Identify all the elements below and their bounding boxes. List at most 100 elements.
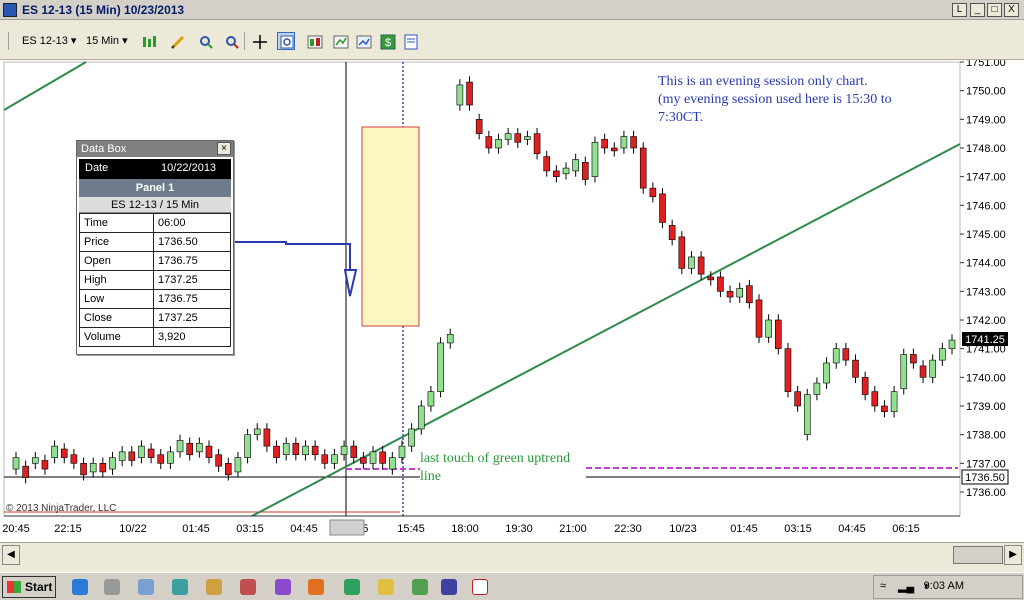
y-tick-label: 1746.00 [966, 200, 1006, 212]
firefox-icon[interactable] [308, 579, 324, 595]
title-bar: ES 12-13 (15 Min) 10/23/2013 L _ □ X [0, 0, 1024, 20]
session-note: This is an evening session only chart. (… [658, 73, 892, 127]
network-icon[interactable] [172, 579, 188, 595]
clock[interactable]: 9:03 AM [924, 580, 964, 592]
table-row: Open 1736.75 [79, 251, 231, 271]
settings-icon[interactable] [104, 579, 120, 595]
candle-body [292, 442, 300, 456]
x-tick-label: 01:45 [730, 523, 758, 535]
zoom-in-icon[interactable] [196, 32, 214, 50]
media-icon[interactable] [240, 579, 256, 595]
candle-body [466, 81, 473, 106]
candle-body [205, 445, 213, 458]
scroll-right-button[interactable]: ▶ [1004, 545, 1022, 565]
windows-icon[interactable] [412, 579, 428, 595]
row-key: Open [79, 251, 154, 271]
row-value: 06:00 [153, 213, 231, 233]
indicators-icon[interactable] [331, 32, 349, 50]
data-box-close-button[interactable]: × [217, 142, 231, 155]
candle-body [630, 136, 637, 149]
drawing-pencil-icon[interactable] [168, 32, 186, 50]
signal-icon[interactable]: ▂▄ [898, 580, 914, 593]
scroll-thumb[interactable] [953, 546, 1003, 564]
paint-icon[interactable] [275, 579, 291, 595]
folder-icon[interactable] [206, 579, 222, 595]
interval-selector[interactable]: 15 Min ▾ [86, 32, 128, 50]
ninjatrader-icon[interactable] [472, 579, 488, 595]
candle-body [41, 460, 49, 470]
minimize-button[interactable]: _ [970, 3, 985, 17]
properties-icon[interactable] [401, 32, 419, 50]
x-tick-label: 06:15 [892, 523, 920, 535]
tray-expand-icon[interactable]: ≈ [880, 580, 886, 592]
instrument-selector[interactable]: ES 12-13 ▾ [22, 32, 76, 50]
candle-body [823, 362, 830, 384]
candle-body [736, 288, 744, 298]
svg-text:$: $ [385, 37, 391, 49]
candle-body [485, 136, 493, 149]
candle-body [389, 457, 396, 470]
candle-body [196, 442, 203, 453]
browser-icon[interactable] [72, 579, 88, 595]
strategies-icon[interactable] [305, 32, 323, 50]
candle-body [186, 442, 193, 456]
x-tick-label: 03:15 [236, 523, 264, 535]
candle-body [360, 457, 367, 464]
toolbar-separator [8, 32, 9, 50]
data-box-icon[interactable] [277, 32, 295, 50]
candle-body [215, 454, 222, 467]
start-button[interactable]: Start [2, 576, 56, 598]
candle-body [369, 451, 377, 464]
x-tick-label: 10/23 [669, 523, 697, 535]
app-launcher-icon[interactable] [441, 579, 457, 595]
candle-body [697, 256, 705, 275]
dollar-icon[interactable]: $ [378, 32, 396, 50]
y-tick-label: 1742.00 [966, 315, 1006, 327]
bar-type-icon[interactable] [140, 32, 158, 50]
instrument-label: ES 12-13 [22, 35, 68, 47]
explorer-icon[interactable] [378, 579, 394, 595]
candle-body [302, 445, 309, 456]
candle-body [803, 394, 811, 435]
candle-body [138, 445, 145, 458]
candle-body [446, 334, 454, 344]
candle-body [910, 354, 917, 364]
zoom-out-icon[interactable] [222, 32, 240, 50]
candle-body [118, 451, 126, 461]
instrument-header: ES 12-13 / 15 Min [79, 197, 231, 213]
session-note-line-2: (my evening session used here is 15:30 t… [658, 92, 892, 107]
data-box-window[interactable]: Data Box × Date 10/22/2013 Panel 1 ES 12… [76, 140, 234, 355]
row-key: High [79, 270, 154, 290]
close-button[interactable]: X [1004, 3, 1019, 17]
candle-body [582, 162, 589, 180]
x-tick-label: 04:45 [290, 523, 318, 535]
trend-note: last touch of green uptrend line [420, 450, 586, 486]
document-icon[interactable] [138, 579, 154, 595]
table-row: High 1737.25 [79, 270, 231, 290]
candle-body [775, 319, 782, 349]
row-key: Volume [79, 327, 154, 347]
chart-properties-icon[interactable] [354, 32, 372, 50]
x-tick-label: 20:45 [2, 523, 30, 535]
data-box-title-bar[interactable]: Data Box × [77, 141, 233, 157]
scroll-left-button[interactable]: ◀ [2, 545, 20, 565]
trend-note-line-2: line [420, 469, 441, 484]
candle-body [350, 445, 358, 458]
candle-body [649, 187, 657, 198]
horizontal-scrollbar[interactable]: ◀ ▶ [0, 542, 1024, 566]
row-value: 1737.25 [153, 270, 231, 290]
people-icon[interactable] [344, 579, 360, 595]
candle-body [900, 354, 908, 390]
date-label: Date [85, 162, 109, 174]
x-tick-label: 01:45 [182, 523, 210, 535]
candle-body [610, 147, 618, 152]
candle-body [524, 136, 531, 140]
chart-panel[interactable]: 1751.00 1750.00 1749.00 1748.00 1747.00 1746.… [0, 60, 1024, 542]
maximize-button[interactable]: □ [987, 3, 1002, 17]
crosshair-icon[interactable] [250, 32, 268, 50]
candle-body [668, 225, 676, 241]
y-tick-label: 1750.00 [966, 86, 1006, 98]
lock-button[interactable]: L [952, 3, 967, 17]
candle-body [398, 445, 406, 458]
y-tick-label: 1739.00 [966, 401, 1006, 413]
